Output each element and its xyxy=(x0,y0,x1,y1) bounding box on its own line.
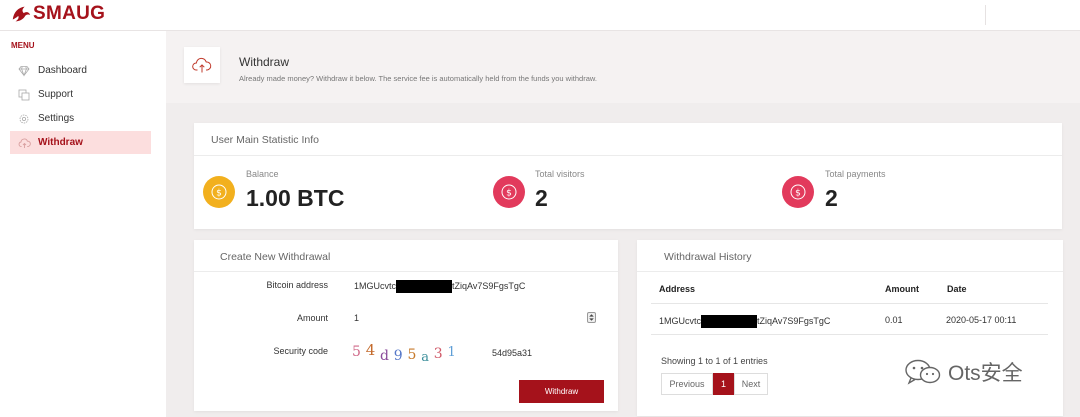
amount-label: Amount xyxy=(296,313,328,323)
stat-label: Total visitors xyxy=(535,169,585,179)
sidebar-item-label: Settings xyxy=(38,113,75,124)
bitcoin-address-prefix: 1MGUcvtc xyxy=(354,280,397,291)
sidebar-item-label: Withdraw xyxy=(38,137,83,148)
history-row-address: 1MGUcvtc tZiqAv7S9FgsTgC xyxy=(659,315,830,328)
header-icon-box xyxy=(184,47,220,83)
sidebar-item-label: Support xyxy=(38,89,74,100)
logo-text: SMAUG xyxy=(33,3,106,24)
svg-text:$: $ xyxy=(795,189,801,199)
coin-icon: $ xyxy=(493,176,525,208)
cloud-upload-icon xyxy=(192,57,212,73)
statistic-card-title: User Main Statistic Info xyxy=(211,134,319,146)
captcha-image: 5 4 d 9 5 a 3 1 xyxy=(352,341,456,365)
pagination-page-1[interactable]: 1 xyxy=(713,373,734,395)
history-title: Withdrawal History xyxy=(664,251,752,263)
top-bar: SMAUG xyxy=(0,0,1080,31)
topbar-divider xyxy=(985,5,986,25)
svg-text:$: $ xyxy=(506,189,512,199)
sidebar-item-settings[interactable]: Settings xyxy=(10,107,151,130)
bitcoin-address-label: Bitcoin address xyxy=(266,280,328,290)
redaction-bar xyxy=(396,280,453,293)
cloud-upload-icon xyxy=(17,136,31,150)
sidebar: MENU Dashboard Support Settings Withdraw xyxy=(0,31,166,417)
stat-value: 2 xyxy=(825,185,838,211)
stat-label: Balance xyxy=(246,169,279,179)
security-code-label: Security code xyxy=(273,346,328,356)
copy-icon xyxy=(17,88,31,102)
dragon-logo-icon xyxy=(12,6,31,22)
divider xyxy=(637,271,1063,272)
sidebar-item-dashboard[interactable]: Dashboard xyxy=(10,59,151,82)
column-header-date[interactable]: Date xyxy=(947,284,967,294)
bitcoin-address-suffix: tZiqAv7S9FgsTgC xyxy=(452,280,526,291)
redaction-bar xyxy=(701,315,758,328)
column-header-address[interactable]: Address xyxy=(659,284,695,294)
sidebar-item-label: Dashboard xyxy=(38,65,87,76)
stat-value: 1.00 BTC xyxy=(246,185,345,211)
divider xyxy=(194,155,1062,156)
statistic-card: User Main Statistic Info xyxy=(194,123,1062,229)
watermark: Ots安全 xyxy=(904,357,1023,387)
page-title: Withdraw xyxy=(239,55,290,69)
table-header-divider xyxy=(651,303,1048,304)
security-code-input[interactable]: 54d95a31 xyxy=(492,348,532,358)
page-header: Withdraw Already made money? Withdraw it… xyxy=(166,31,1080,103)
divider xyxy=(194,271,618,272)
app-logo[interactable]: SMAUG xyxy=(10,3,105,25)
table-info: Showing 1 to 1 of 1 entries xyxy=(661,356,768,366)
column-header-amount[interactable]: Amount xyxy=(885,284,919,294)
history-row-amount: 0.01 xyxy=(885,315,903,325)
withdraw-button[interactable]: Withdraw xyxy=(519,380,604,403)
stat-value: 2 xyxy=(535,185,548,211)
bitcoin-address-input[interactable]: 1MGUcvtc tZiqAv7S9FgsTgC xyxy=(354,280,525,293)
pagination-next[interactable]: Next xyxy=(734,373,768,395)
gear-icon xyxy=(17,112,31,126)
page-subtitle: Already made money? Withdraw it below. T… xyxy=(239,74,597,83)
withdraw-form-title: Create New Withdrawal xyxy=(220,251,331,263)
sidebar-item-support[interactable]: Support xyxy=(10,83,151,106)
svg-text:$: $ xyxy=(216,189,222,199)
wechat-icon xyxy=(905,359,941,385)
stat-label: Total payments xyxy=(825,169,886,179)
menu-title: MENU xyxy=(11,41,35,50)
watermark-text: Ots安全 xyxy=(948,362,1023,385)
sidebar-item-withdraw[interactable]: Withdraw xyxy=(10,131,151,154)
diamond-icon xyxy=(17,64,31,78)
table-row-divider xyxy=(651,334,1048,335)
history-row-date: 2020-05-17 00:11 xyxy=(946,315,1017,325)
amount-spinner[interactable] xyxy=(587,312,596,323)
pagination-previous[interactable]: Previous xyxy=(661,373,713,395)
coin-icon: $ xyxy=(782,176,814,208)
amount-input[interactable]: 1 xyxy=(354,313,359,323)
coin-icon: $ xyxy=(203,176,235,208)
